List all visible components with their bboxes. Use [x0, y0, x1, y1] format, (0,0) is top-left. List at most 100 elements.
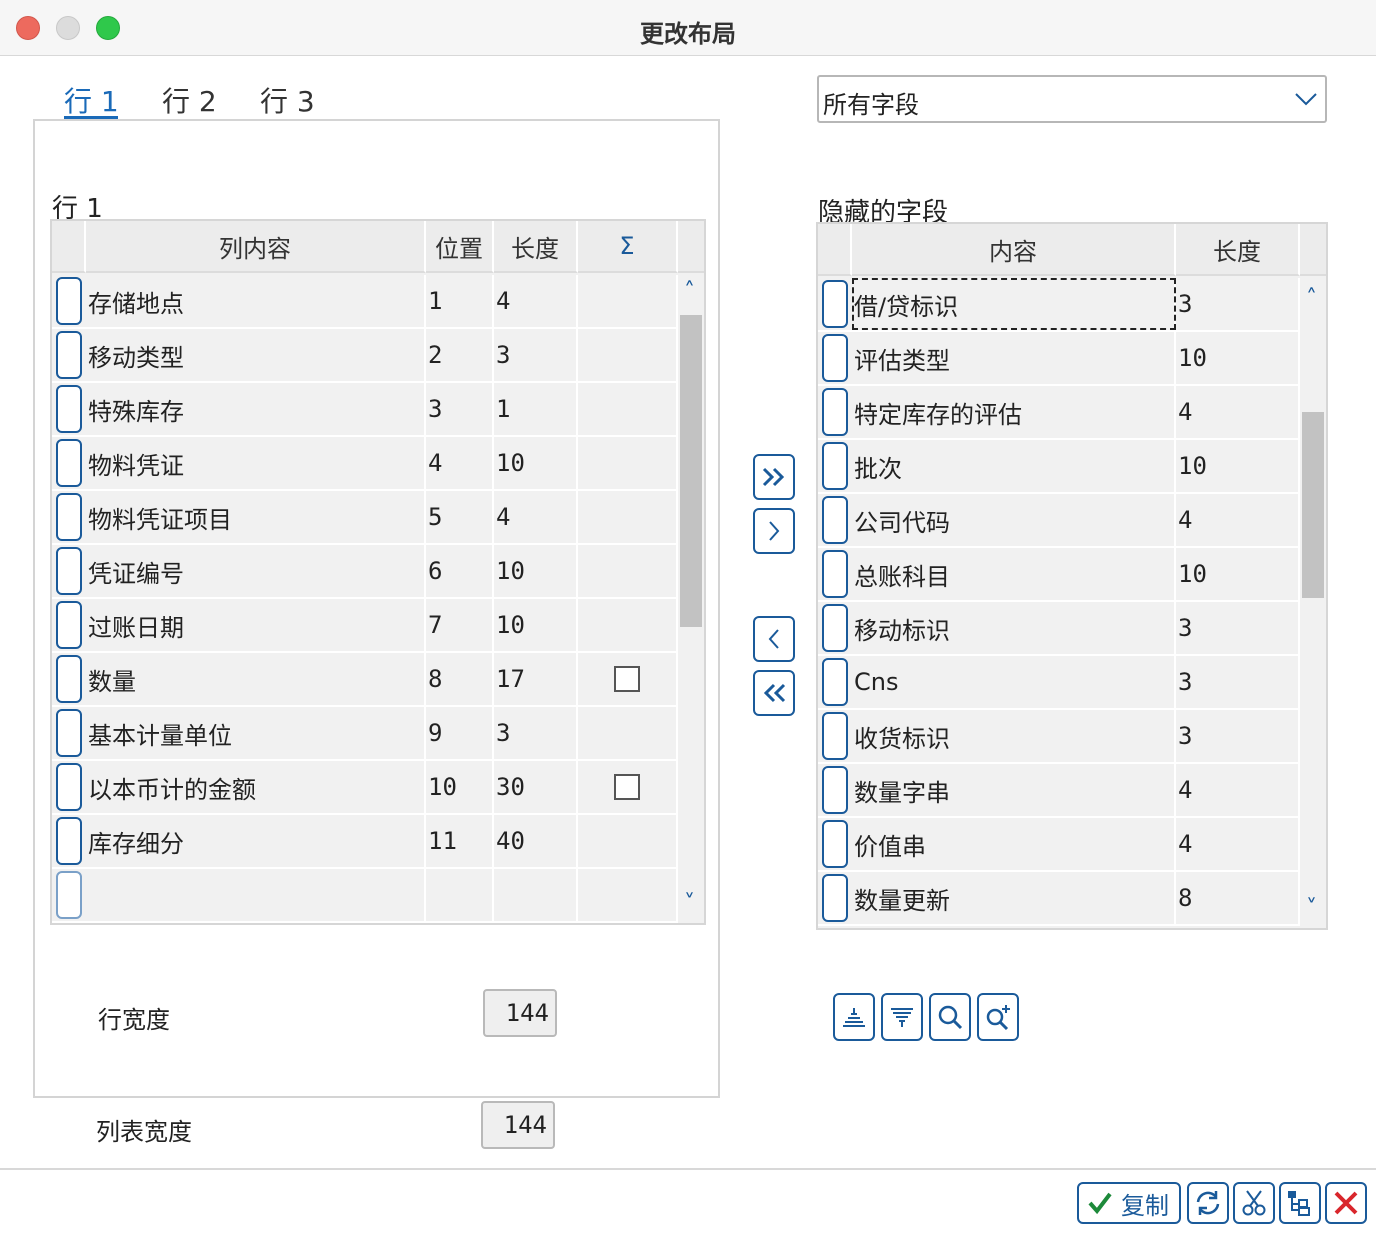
length-cell[interactable]: 30	[494, 761, 578, 813]
row-selector[interactable]	[822, 766, 848, 814]
field-filter-dropdown[interactable]: 所有字段	[817, 75, 1327, 123]
table-row[interactable]: 特殊库存 3 1	[52, 383, 678, 437]
row-selector[interactable]	[56, 385, 82, 433]
scrollbar-thumb[interactable]	[1302, 412, 1324, 598]
scrollbar-thumb[interactable]	[680, 315, 702, 627]
length-cell[interactable]: 3	[494, 707, 578, 759]
row-selector[interactable]	[822, 496, 848, 544]
scroll-down-icon[interactable]: ˅	[684, 891, 695, 916]
row-selector[interactable]	[56, 601, 82, 649]
table-row[interactable]: 数量更新 8	[818, 872, 1300, 926]
header-length[interactable]: 长度	[494, 221, 578, 273]
move-all-to-row-button[interactable]	[753, 670, 795, 716]
table-row[interactable]	[52, 869, 678, 923]
copy-button[interactable]: 复制	[1077, 1182, 1181, 1224]
table-row[interactable]: 过账日期 7 10	[52, 599, 678, 653]
length-cell[interactable]: 3	[494, 329, 578, 381]
position-cell[interactable]: 1	[426, 275, 494, 327]
position-cell[interactable]: 11	[426, 815, 494, 867]
table-row[interactable]: 收货标识 3	[818, 710, 1300, 764]
length-cell[interactable]: 4	[494, 491, 578, 543]
move-selected-to-row-button[interactable]	[753, 616, 795, 662]
table-row[interactable]: 移动标识 3	[818, 602, 1300, 656]
length-cell[interactable]: 40	[494, 815, 578, 867]
position-cell[interactable]: 9	[426, 707, 494, 759]
row-selector[interactable]	[56, 439, 82, 487]
length-cell[interactable]: 1	[494, 383, 578, 435]
find-next-button[interactable]	[977, 993, 1019, 1041]
row-selector[interactable]	[56, 709, 82, 757]
sort-descending-button[interactable]	[881, 993, 923, 1041]
table-row[interactable]: 移动类型 2 3	[52, 329, 678, 383]
hidden-table-scrollbar[interactable]: ˄ ˅	[1300, 278, 1326, 928]
tab-row-3[interactable]: 行 3	[260, 80, 315, 120]
hierarchy-button[interactable]	[1279, 1182, 1321, 1224]
header-content[interactable]: 内容	[852, 224, 1176, 276]
sum-checkbox[interactable]	[614, 774, 640, 800]
cancel-button[interactable]	[1325, 1182, 1367, 1224]
header-sum[interactable]: Σ	[578, 221, 678, 273]
position-cell[interactable]: 8	[426, 653, 494, 705]
length-cell[interactable]: 10	[494, 545, 578, 597]
row-selector[interactable]	[56, 331, 82, 379]
row-selector[interactable]	[822, 550, 848, 598]
position-cell[interactable]: 7	[426, 599, 494, 651]
position-cell[interactable]: 6	[426, 545, 494, 597]
row-selector[interactable]	[822, 388, 848, 436]
row-selector[interactable]	[56, 817, 82, 865]
length-cell[interactable]	[494, 869, 578, 921]
select-all-header[interactable]	[818, 224, 852, 276]
length-cell[interactable]: 10	[494, 437, 578, 489]
table-row[interactable]: 公司代码 4	[818, 494, 1300, 548]
row-selector[interactable]	[56, 655, 82, 703]
length-cell[interactable]: 17	[494, 653, 578, 705]
row-selector[interactable]	[56, 277, 82, 325]
length-cell[interactable]: 4	[494, 275, 578, 327]
position-cell[interactable]: 2	[426, 329, 494, 381]
row-selector[interactable]	[56, 547, 82, 595]
tab-row-2[interactable]: 行 2	[162, 80, 217, 120]
tab-row-1[interactable]: 行 1	[64, 80, 119, 120]
table-row[interactable]: 存储地点 1 4	[52, 275, 678, 329]
row-selector[interactable]	[822, 334, 848, 382]
row-selector[interactable]	[822, 658, 848, 706]
position-cell[interactable]: 5	[426, 491, 494, 543]
sum-checkbox[interactable]	[614, 666, 640, 692]
table-row[interactable]: 借/贷标识 3	[818, 278, 1300, 332]
header-length[interactable]: 长度	[1176, 224, 1300, 276]
position-cell[interactable]: 4	[426, 437, 494, 489]
move-selected-to-hidden-button[interactable]	[753, 508, 795, 554]
table-row[interactable]: 批次 10	[818, 440, 1300, 494]
row-selector[interactable]	[822, 820, 848, 868]
row-selector[interactable]	[822, 712, 848, 760]
header-position[interactable]: 位置	[426, 221, 494, 273]
table-row[interactable]: 特定库存的评估 4	[818, 386, 1300, 440]
row-selector[interactable]	[822, 442, 848, 490]
table-row[interactable]: 总账科目 10	[818, 548, 1300, 602]
table-row[interactable]: 价值串 4	[818, 818, 1300, 872]
position-cell[interactable]: 10	[426, 761, 494, 813]
refresh-button[interactable]	[1187, 1182, 1229, 1224]
find-button[interactable]	[929, 993, 971, 1041]
table-row[interactable]: Cns 3	[818, 656, 1300, 710]
table-row[interactable]: 物料凭证项目 5 4	[52, 491, 678, 545]
scroll-up-icon[interactable]: ˄	[1306, 286, 1317, 311]
select-all-header[interactable]	[52, 221, 86, 273]
row-table-scrollbar[interactable]: ˄ ˅	[678, 275, 704, 923]
sort-ascending-button[interactable]	[833, 993, 875, 1041]
scroll-up-icon[interactable]: ˄	[684, 279, 695, 304]
row-selector[interactable]	[822, 874, 848, 922]
row-selector[interactable]	[822, 280, 848, 328]
table-row[interactable]: 评估类型 10	[818, 332, 1300, 386]
position-cell[interactable]	[426, 869, 494, 921]
table-row[interactable]: 以本币计的金额 10 30	[52, 761, 678, 815]
row-selector[interactable]	[56, 493, 82, 541]
row-selector[interactable]	[56, 871, 82, 919]
move-all-left-to-hidden-button[interactable]	[753, 454, 795, 500]
table-row[interactable]: 凭证编号 6 10	[52, 545, 678, 599]
row-selector[interactable]	[56, 763, 82, 811]
table-row[interactable]: 物料凭证 4 10	[52, 437, 678, 491]
table-row[interactable]: 基本计量单位 9 3	[52, 707, 678, 761]
length-cell[interactable]: 10	[494, 599, 578, 651]
header-column-content[interactable]: 列内容	[86, 221, 426, 273]
